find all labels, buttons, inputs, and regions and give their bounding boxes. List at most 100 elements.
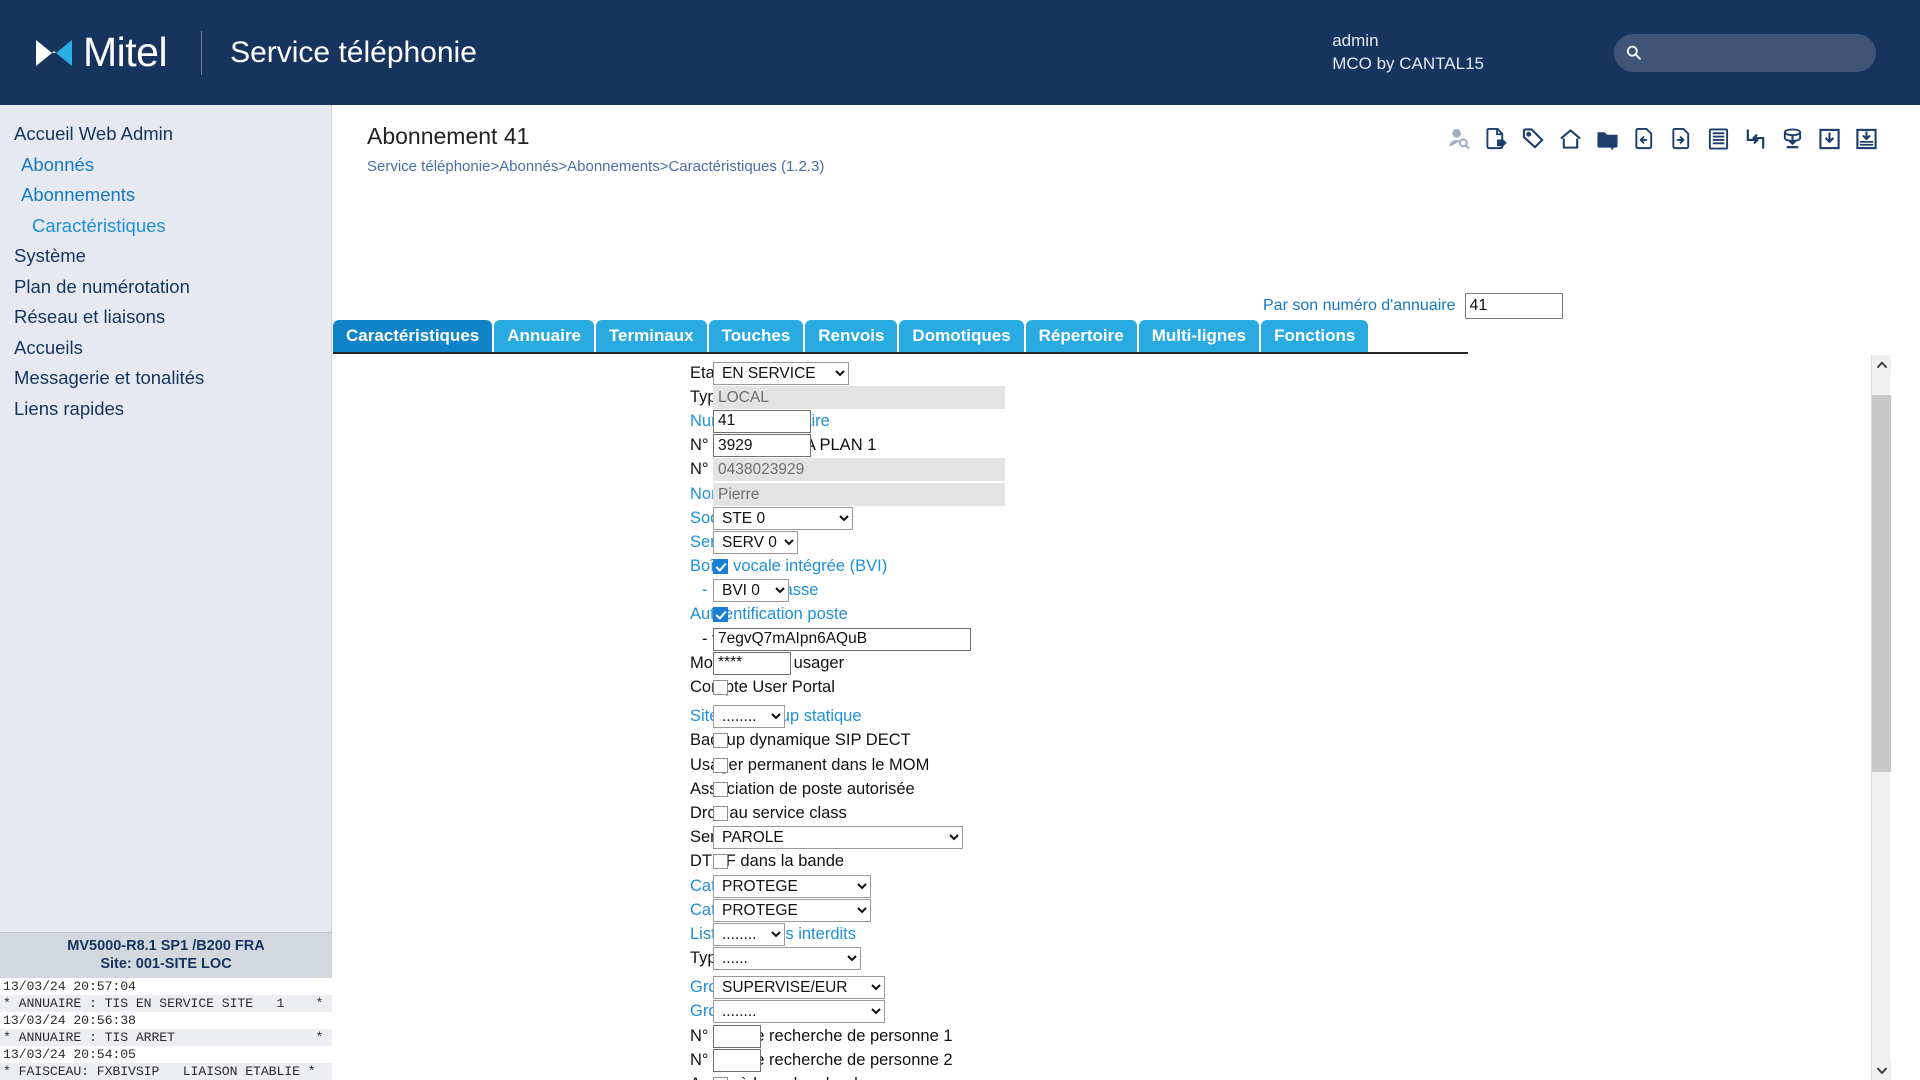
form-row: Compte User Portal [333, 675, 1888, 699]
input-n-groupe-recherche-de-personne-2[interactable] [713, 1048, 761, 1072]
field-control: PROTEGE [713, 898, 871, 922]
select-groupe-intercom-1[interactable]: SUPERVISE/EUR [713, 976, 885, 1000]
search-input[interactable] [1649, 43, 1864, 62]
list-icon[interactable] [1707, 127, 1730, 151]
sidebar-item-messagerie-et-tonalit-s[interactable]: Messagerie et tonalités [12, 363, 331, 394]
database-download-icon[interactable] [1781, 127, 1804, 151]
checkbox-droit-au-service-class[interactable] [713, 805, 728, 821]
download-box-icon[interactable] [1818, 127, 1841, 151]
tab-annuaire[interactable]: Annuaire [494, 320, 594, 354]
form-row: Type de l'abonnéLOCAL [333, 385, 1888, 409]
brand-block: Mitel Service téléphonie [0, 30, 477, 75]
field-label[interactable]: Groupe Intercom 1 [333, 978, 828, 997]
swap-icon[interactable] [1744, 127, 1767, 151]
field-label: Usager permanent dans le MOM [690, 755, 930, 774]
document-redo-icon[interactable] [1670, 127, 1693, 151]
form-row: Mot de passe usager [333, 651, 1888, 675]
field-control [713, 1024, 761, 1048]
save-box-icon[interactable] [1855, 127, 1878, 151]
sidebar-item-abonnements[interactable]: Abonnements [12, 180, 331, 211]
form-row: - valeur [333, 627, 1888, 651]
field-label[interactable]: Société [333, 509, 745, 528]
lookup-label: Par son numéro d'annuaire [1263, 297, 1456, 314]
select-cat-gorie-de-jour[interactable]: PROTEGE [713, 874, 871, 898]
checkbox-dtmf-dans-la-bande[interactable] [713, 854, 728, 870]
checkbox-usager-permanent-dans-le-mom[interactable] [713, 757, 728, 773]
search-box[interactable] [1614, 33, 1876, 72]
tab-multi-lignes[interactable]: Multi-lignes [1138, 320, 1260, 354]
select-soci-t[interactable]: STE 0 [713, 506, 853, 530]
tab-fonctions[interactable]: Fonctions [1261, 320, 1369, 354]
field-label[interactable]: Catégorie de jour [333, 877, 817, 896]
scroll-down-button[interactable] [1872, 1061, 1891, 1080]
field-control: PROTEGE [713, 874, 871, 898]
input-n-groupe-recherche-de-personne-1[interactable] [713, 1024, 761, 1048]
select-site-de-backup-statique[interactable]: ........ [713, 705, 785, 729]
tag-icon[interactable] [1522, 127, 1545, 151]
field-label[interactable]: Boîte vocale intégrée (BVI) [333, 557, 887, 576]
checkbox-compte-user-portal[interactable] [713, 680, 728, 696]
folder-upload-icon[interactable] [1596, 127, 1619, 151]
tab-terminaux[interactable]: Terminaux [595, 320, 707, 354]
form-row: Liste numéros interdits........ [333, 922, 1888, 946]
scroll-up-button[interactable] [1872, 355, 1891, 374]
sidebar-item-r-seau-et-liaisons[interactable]: Réseau et liaisons [12, 302, 331, 333]
input-num-ro-d-annuaire[interactable] [713, 409, 811, 433]
sidebar-item-accueils[interactable]: Accueils [12, 333, 331, 364]
field-label: Mot de passe usager [690, 653, 845, 672]
form-row: ServiceSERV 0 [333, 530, 1888, 554]
readonly-nom-de-l-abonn: Pierre [713, 482, 1005, 506]
field-label: Service support [333, 828, 805, 847]
field-label[interactable]: Nom de l'abonné [333, 485, 814, 504]
field-label[interactable]: Authentification poste [333, 605, 848, 624]
form-row: Association de poste autorisée [333, 777, 1888, 801]
field-label[interactable]: Site de backup statique [333, 707, 862, 726]
input-valeur[interactable] [713, 627, 971, 651]
sidebar-item-caract-ristiques[interactable]: Caractéristiques [12, 211, 331, 242]
tab-bar: Caractéristiques Annuaire Terminaux Touches… [333, 320, 1369, 354]
tab-domotiques[interactable]: Domotiques [899, 320, 1024, 354]
breadcrumb[interactable]: Service téléphonie>Abonnés>Abonnements>C… [367, 158, 1920, 176]
mitel-logo[interactable]: Mitel [34, 32, 168, 73]
input-mot-de-passe-usager[interactable] [713, 651, 791, 675]
select-service[interactable]: SERV 0 [713, 530, 798, 554]
sidebar-item-accueil-web-admin[interactable]: Accueil Web Admin [12, 119, 331, 150]
checkbox-bo-te-vocale-int-gr-e-bvi[interactable] [713, 559, 728, 575]
tab-touches[interactable]: Touches [708, 320, 804, 354]
select-service-support[interactable]: PAROLE [713, 826, 963, 850]
field-label[interactable]: Groupe Intercom 2 [333, 1002, 828, 1021]
input-n-annuaire-sda-plan-1[interactable] [713, 434, 811, 458]
vertical-scrollbar[interactable] [1871, 355, 1891, 1080]
scrollbar-thumb[interactable] [1872, 394, 1891, 773]
home-icon[interactable] [1559, 127, 1582, 151]
sidebar-item-plan-de-num-rotation[interactable]: Plan de numérotation [12, 272, 331, 303]
form-row: - nom de classeBVI 0 [333, 579, 1888, 603]
user-info[interactable]: admin MCO by CANTAL15 [1332, 30, 1484, 76]
select-liste-num-ros-interdits[interactable]: ........ [713, 922, 785, 946]
tab-r-pertoire[interactable]: Répertoire [1025, 320, 1137, 354]
checkbox-backup-dynamique-sip-dect[interactable] [713, 733, 728, 749]
field-label[interactable]: - nom de classe [333, 581, 818, 600]
select-etat-abonn[interactable]: EN SERVICE [713, 361, 849, 385]
field-label: Association de poste autorisée [690, 779, 915, 798]
select-groupe-intercom-2[interactable]: ........ [713, 1000, 885, 1024]
field-label[interactable]: Numéro d'annuaire [333, 412, 830, 431]
select-cat-gorie-de-nuit[interactable]: PROTEGE [713, 898, 871, 922]
field-label: Type de l'abonné [690, 387, 815, 406]
select-type-de-la-ligne-directe[interactable]: ...... [713, 947, 861, 971]
checkbox-association-de-poste-autoris-e[interactable] [713, 781, 728, 797]
field-label[interactable]: Liste numéros interdits [333, 925, 856, 944]
checkbox-authentification-poste[interactable] [713, 607, 728, 623]
field-label[interactable]: Catégorie de nuit [333, 901, 816, 920]
lookup-input[interactable] [1464, 293, 1563, 319]
sidebar-item-liens-rapides[interactable]: Liens rapides [12, 394, 331, 425]
sidebar-item-syst-me[interactable]: Système [12, 241, 331, 272]
sidebar-item-abonn-s[interactable]: Abonnés [12, 150, 331, 181]
document-tag-icon[interactable] [1485, 127, 1508, 151]
form-scroll-area: Etat abonnéEN SERVICEType de l'abonnéLOC… [333, 355, 1888, 1080]
tab-caract-ristiques[interactable]: Caractéristiques [333, 320, 493, 354]
tab-renvois[interactable]: Renvois [805, 320, 898, 354]
document-undo-icon[interactable] [1633, 127, 1656, 151]
select-nom-de-classe[interactable]: BVI 0 [713, 579, 789, 603]
field-label[interactable]: Service [333, 533, 745, 552]
